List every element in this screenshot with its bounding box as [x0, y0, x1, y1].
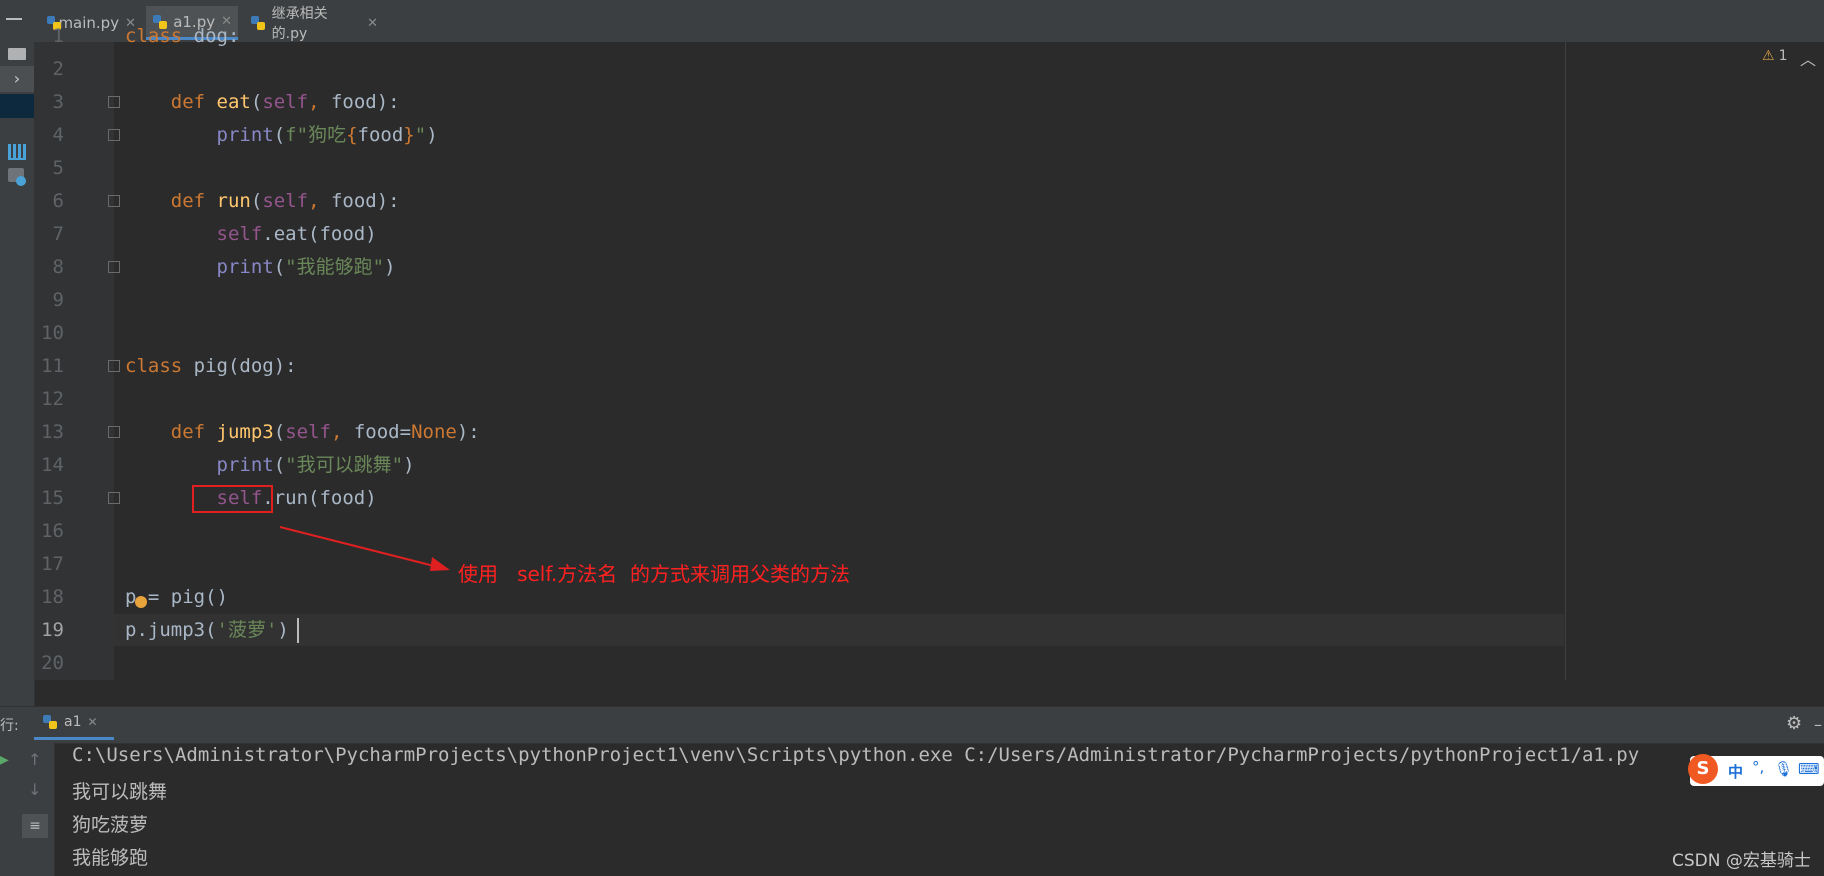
close-icon[interactable]: ✕ — [367, 16, 378, 31]
fold-marker[interactable] — [108, 360, 120, 372]
code-line[interactable]: print(f"狗吃{food}") — [125, 119, 438, 152]
line-number: 16 — [41, 520, 64, 542]
line-number: 20 — [41, 652, 64, 674]
line-number: 8 — [52, 256, 64, 278]
watermark: CSDN @宏基骑士 — [1672, 851, 1811, 871]
fold-marker[interactable] — [108, 195, 120, 207]
arrow-down-icon[interactable]: ↓ — [28, 780, 41, 799]
expand-arrow-icon[interactable]: › — [0, 66, 34, 92]
line-number: 19 — [41, 619, 64, 641]
wrap-icon[interactable]: ≡ — [22, 814, 48, 838]
code-line[interactable]: print("我可以跳舞") — [125, 449, 415, 482]
editor-tab-bar: main.py ✕ a1.py ✕ 继承相关的.py ✕ — [0, 0, 1824, 43]
gear-icon[interactable]: ⚙ — [1786, 713, 1802, 734]
annotation-arrow — [279, 526, 450, 571]
right-margin-guide — [1565, 42, 1566, 680]
structure-panel-marker[interactable] — [0, 94, 34, 118]
run-label: 行: — [0, 718, 19, 734]
line-number: 4 — [52, 124, 64, 146]
console-output-line: C:\Users\Administrator\PycharmProjects\p… — [72, 744, 1640, 766]
folder-icon[interactable] — [8, 48, 26, 60]
run-tab-a1[interactable]: a1 ✕ — [34, 707, 114, 740]
fold-marker[interactable] — [108, 129, 120, 141]
line-number: 1 — [52, 25, 64, 47]
line-number: 13 — [41, 421, 64, 443]
bar-chart-icon[interactable] — [8, 144, 26, 160]
code-line[interactable]: print("我能够跑") — [125, 251, 396, 284]
ime-toolbar[interactable]: S 中 °, 🎙 ⌨ — [1688, 754, 1824, 786]
python-file-icon — [42, 714, 58, 730]
line-number: 6 — [52, 190, 64, 212]
line-number: 15 — [41, 487, 64, 509]
code-line[interactable]: def eat(self, food): — [125, 86, 400, 119]
console-output-line: 狗吃菠萝 — [72, 814, 149, 836]
close-icon[interactable]: ✕ — [88, 715, 98, 729]
annotation-highlight-box — [192, 485, 273, 513]
warning-count: 1 — [1778, 48, 1788, 64]
current-line-highlight — [114, 614, 1564, 646]
line-number: 18 — [41, 586, 64, 608]
arrow-up-icon[interactable]: ↑ — [28, 750, 41, 769]
code-line[interactable]: self.eat(food) — [125, 218, 377, 251]
tab-label: 继承相关的.py — [271, 6, 328, 42]
console-output-line: 我能够跑 — [72, 847, 149, 869]
warning-icon: ⚠ — [1762, 48, 1775, 64]
code-line[interactable]: def run(self, food): — [125, 185, 400, 218]
code-line[interactable]: class dog: — [125, 20, 239, 53]
run-tab-label: a1 — [64, 714, 82, 730]
ime-mode-label[interactable]: 中 — [1728, 761, 1743, 782]
code-line[interactable]: class pig(dog): — [125, 350, 297, 383]
line-number: 11 — [41, 355, 64, 377]
code-line[interactable]: p.jump3('菠萝') — [125, 614, 289, 647]
run-panel-header: 行: a1 ✕ ⚙ – — [0, 706, 1824, 744]
annotation-text: 使用 self.方法名 的方式来调用父类的方法 — [458, 562, 851, 586]
line-number: 7 — [52, 223, 64, 245]
intention-bulb-icon[interactable] — [135, 596, 147, 608]
rerun-icon[interactable]: ▶ — [0, 752, 9, 768]
left-tool-strip: › — [0, 42, 35, 706]
python-file-icon — [250, 15, 266, 31]
line-number: 2 — [52, 58, 64, 80]
warning-indicator[interactable]: ⚠ 1 — [1762, 48, 1787, 64]
keyboard-icon[interactable]: ⌨ — [1798, 760, 1820, 778]
line-number: 10 — [41, 322, 64, 344]
line-number: 17 — [41, 553, 64, 575]
fold-marker[interactable] — [108, 426, 120, 438]
text-caret — [297, 618, 299, 643]
fold-marker[interactable] — [108, 96, 120, 108]
line-number: 3 — [52, 91, 64, 113]
microphone-icon[interactable]: 🎙 — [1774, 760, 1793, 778]
chevron-up-icon[interactable]: ︿ — [1800, 46, 1816, 70]
line-number: 5 — [52, 157, 64, 179]
collapse-icon[interactable] — [6, 18, 22, 20]
line-number: 14 — [41, 454, 64, 476]
sogou-logo-icon: S — [1688, 754, 1718, 784]
run-toolbar: ▶ ↑ ↓ ≡ — [0, 742, 55, 876]
punctuation-icon[interactable]: °, — [1752, 758, 1764, 776]
fold-marker[interactable] — [108, 492, 120, 504]
line-number: 9 — [52, 289, 64, 311]
tab-label: main.py — [58, 14, 120, 32]
fold-marker[interactable] — [108, 261, 120, 273]
line-number: 12 — [41, 388, 64, 410]
hide-panel-icon[interactable]: – — [1814, 715, 1822, 734]
console-output-line: 我可以跳舞 — [72, 781, 168, 803]
tab-inheritance-py[interactable]: 继承相关的.py ✕ — [244, 6, 384, 42]
code-line[interactable]: def jump3(self, food=None): — [125, 416, 480, 449]
clock-badge-icon — [16, 176, 26, 186]
